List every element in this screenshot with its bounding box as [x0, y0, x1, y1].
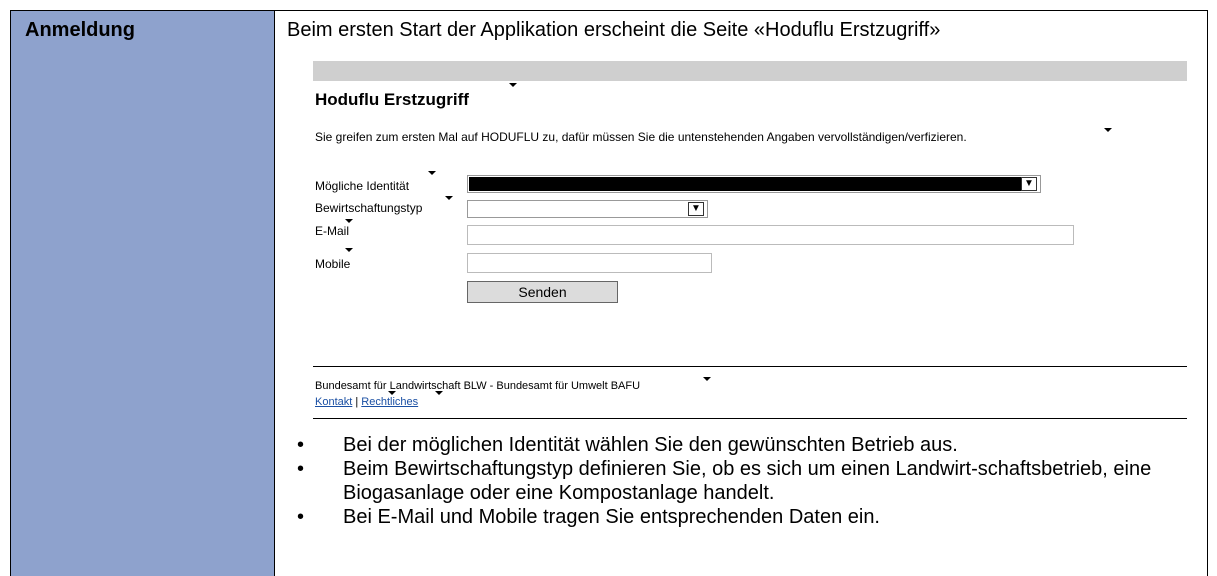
mobile-label: Mobile [315, 257, 351, 271]
list-item: • Bei der möglichen Identität wählen Sie… [289, 433, 1189, 457]
field-marker [345, 219, 353, 223]
field-marker [1104, 128, 1112, 132]
legal-link[interactable]: Rechtliches [361, 396, 418, 408]
type-label: Bewirtschaftungstyp [315, 201, 423, 215]
field-marker [509, 83, 517, 87]
chevron-down-icon: ▼ [1021, 177, 1037, 191]
bullet-icon: • [297, 458, 305, 480]
screenshot-top-bar [313, 61, 1187, 81]
divider [313, 366, 1187, 367]
identity-select[interactable]: ▼ [467, 175, 1041, 193]
section-label: Anmeldung [25, 19, 135, 41]
link-separator: | [355, 396, 359, 408]
identity-label: Mögliche Identität [315, 179, 410, 193]
email-label: E-Mail [315, 224, 350, 238]
field-marker [435, 391, 443, 395]
bullet-icon: • [297, 434, 305, 456]
list-item-text: Beim Bewirtschaftungstyp definieren Sie,… [343, 458, 1152, 504]
list-item: • Beim Bewirtschaftungstyp definieren Si… [289, 457, 1189, 505]
redacted-value [469, 177, 1021, 191]
document-table: Anmeldung Beim ersten Start der Applikat… [10, 10, 1208, 576]
screenshot-title: Hoduflu Erstzugriff [315, 90, 469, 109]
field-marker [345, 248, 353, 252]
instruction-list: • Bei der möglichen Identität wählen Sie… [289, 433, 1189, 529]
email-field[interactable] [467, 225, 1074, 245]
list-item-text: Bei der möglichen Identität wählen Sie d… [343, 434, 958, 456]
section-label-cell: Anmeldung [11, 11, 275, 576]
field-marker [445, 196, 453, 200]
mobile-field[interactable] [467, 253, 712, 273]
bullet-icon: • [297, 506, 305, 528]
chevron-down-icon: ▼ [688, 202, 704, 216]
embedded-screenshot: Hoduflu Erstzugriff Sie greifen zum erst… [313, 61, 1187, 423]
field-marker [703, 377, 711, 381]
footer-links: Kontakt | Rechtliches [315, 396, 418, 408]
contact-link[interactable]: Kontakt [315, 396, 352, 408]
intro-text: Beim ersten Start der Applikation ersche… [287, 19, 941, 41]
list-item: • Bei E-Mail und Mobile tragen Sie entsp… [289, 505, 1189, 529]
footer-text: Bundesamt für Landwirtschaft BLW - Bunde… [315, 380, 641, 392]
list-item-text: Bei E-Mail und Mobile tragen Sie entspre… [343, 506, 880, 528]
submit-button[interactable]: Senden [467, 281, 618, 303]
section-content-cell: Beim ersten Start der Applikation ersche… [275, 11, 1207, 576]
type-select[interactable]: ▼ [467, 200, 708, 218]
field-marker [388, 391, 396, 395]
divider [313, 418, 1187, 419]
field-marker [428, 171, 436, 175]
screenshot-description: Sie greifen zum ersten Mal auf HODUFLU z… [315, 130, 967, 144]
